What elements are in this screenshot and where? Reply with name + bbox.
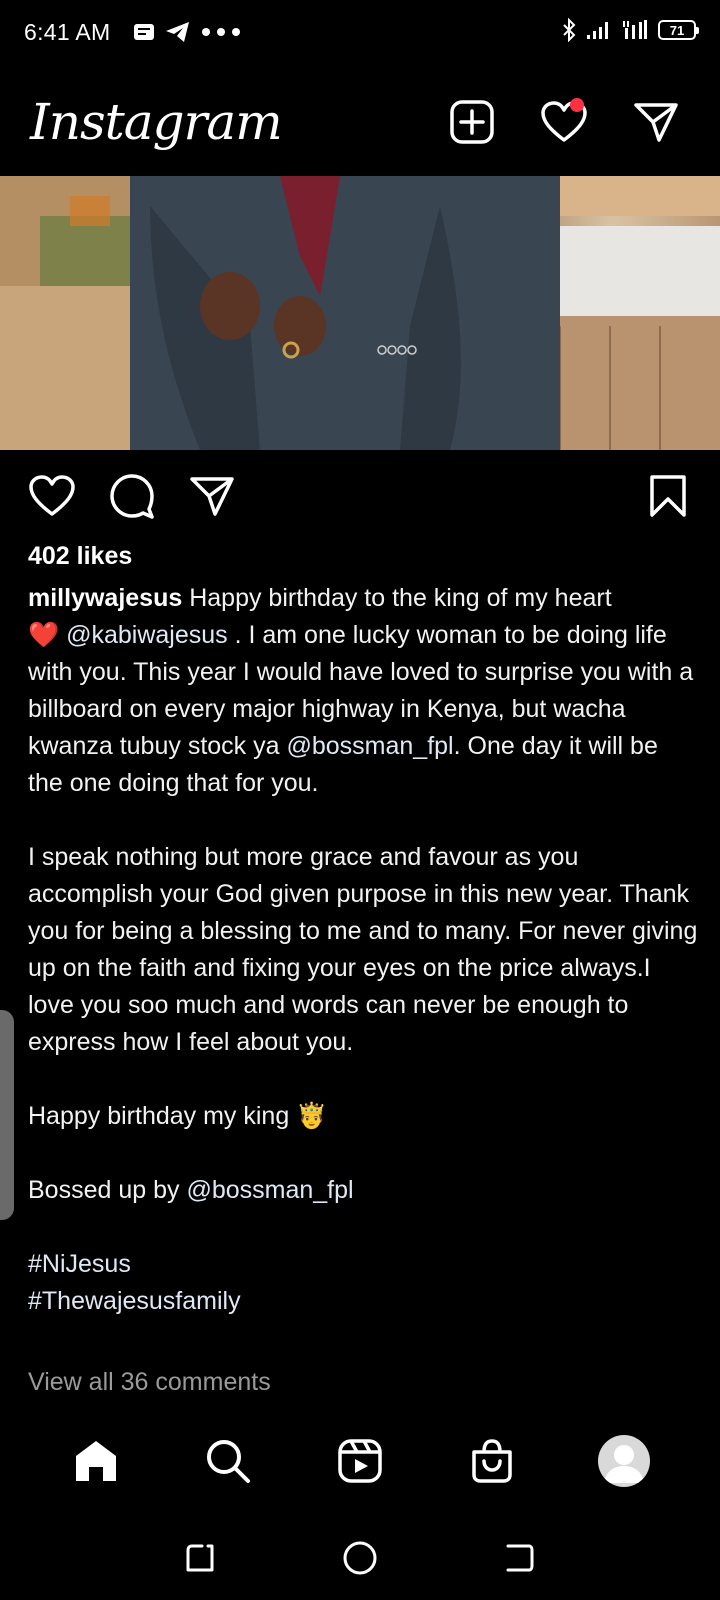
message-notification-icon bbox=[133, 24, 154, 40]
direct-message-icon bbox=[634, 103, 678, 142]
caption-paragraph: millywajesus Happy birthday to the king … bbox=[28, 580, 698, 802]
bottom-navigation bbox=[0, 1408, 720, 1514]
shop-icon bbox=[472, 1439, 512, 1483]
more-notifications-icon bbox=[201, 28, 240, 36]
reels-icon bbox=[338, 1439, 382, 1483]
status-system-icons: 71 bbox=[562, 18, 699, 42]
battery-indicator: 71 bbox=[658, 20, 699, 40]
mention-link[interactable]: @kabiwajesus bbox=[66, 621, 228, 649]
recents-button[interactable] bbox=[183, 1541, 217, 1580]
share-icon bbox=[190, 477, 234, 516]
caption-paragraph: Bossed up by @bossman_fpl bbox=[28, 1172, 698, 1209]
home-system-button[interactable] bbox=[342, 1540, 378, 1581]
like-icon bbox=[29, 475, 75, 516]
hashtag-link[interactable]: #Thewajesusfamily bbox=[28, 1283, 698, 1320]
activity-button[interactable] bbox=[538, 96, 590, 148]
edge-panel-handle[interactable] bbox=[0, 1010, 14, 1220]
home-circle-icon bbox=[343, 1541, 377, 1574]
recents-icon bbox=[186, 1544, 214, 1571]
share-button[interactable] bbox=[186, 470, 238, 522]
nav-shop[interactable] bbox=[462, 1431, 522, 1491]
new-post-button[interactable] bbox=[446, 96, 498, 148]
new-post-icon bbox=[450, 100, 494, 144]
save-button[interactable] bbox=[642, 470, 694, 522]
caption-paragraph: I speak nothing but more grace and favou… bbox=[28, 843, 698, 1056]
notification-dot bbox=[570, 98, 584, 112]
nav-reels[interactable] bbox=[330, 1431, 390, 1491]
signal-4g-icon bbox=[623, 20, 647, 39]
status-bar: 6:41 AM 71 bbox=[0, 0, 720, 64]
back-icon bbox=[506, 1544, 534, 1571]
comment-button[interactable] bbox=[106, 470, 158, 522]
comment-icon bbox=[110, 474, 154, 519]
post-photo bbox=[0, 176, 720, 450]
caption-paragraph: Happy birthday my king 🤴 bbox=[28, 1102, 328, 1130]
nav-search[interactable] bbox=[198, 1431, 258, 1491]
bluetooth-icon bbox=[563, 18, 576, 42]
caption-hashtags: #NiJesus #Thewajesusfamily bbox=[28, 1246, 698, 1320]
back-button[interactable] bbox=[503, 1541, 537, 1580]
status-time: 6:41 AM bbox=[24, 18, 111, 45]
app-header: Instagram bbox=[0, 70, 720, 174]
mention-link[interactable]: @bossman_fpl bbox=[186, 1176, 353, 1204]
post-caption: millywajesus Happy birthday to the king … bbox=[28, 580, 698, 1320]
signal-icon bbox=[587, 22, 608, 39]
caption-text: Bossed up by bbox=[28, 1176, 187, 1204]
status-notification-icons bbox=[133, 21, 241, 43]
like-button[interactable] bbox=[26, 470, 78, 522]
post-username[interactable]: millywajesus bbox=[28, 584, 182, 612]
hashtag-link[interactable]: #NiJesus bbox=[28, 1246, 698, 1283]
save-icon bbox=[650, 475, 686, 517]
direct-messages-button[interactable] bbox=[630, 96, 682, 148]
post-image[interactable] bbox=[0, 176, 720, 450]
caption-text: Happy birthday to the king of my heart bbox=[189, 584, 612, 612]
telegram-icon bbox=[165, 22, 189, 42]
mention-link[interactable]: @bossman_fpl bbox=[286, 732, 453, 760]
home-icon bbox=[76, 1441, 116, 1481]
search-icon bbox=[207, 1440, 250, 1483]
profile-avatar bbox=[598, 1435, 650, 1487]
system-navigation bbox=[0, 1520, 720, 1600]
view-comments-link[interactable]: View all 36 comments bbox=[28, 1368, 271, 1397]
nav-profile[interactable] bbox=[594, 1431, 654, 1491]
instagram-logo[interactable]: Instagram bbox=[30, 93, 283, 151]
post-actions-bar bbox=[0, 466, 720, 526]
nav-home[interactable] bbox=[66, 1431, 126, 1491]
likes-count[interactable]: 402 likes bbox=[28, 542, 132, 571]
heart-emoji: ❤️ bbox=[28, 621, 60, 649]
